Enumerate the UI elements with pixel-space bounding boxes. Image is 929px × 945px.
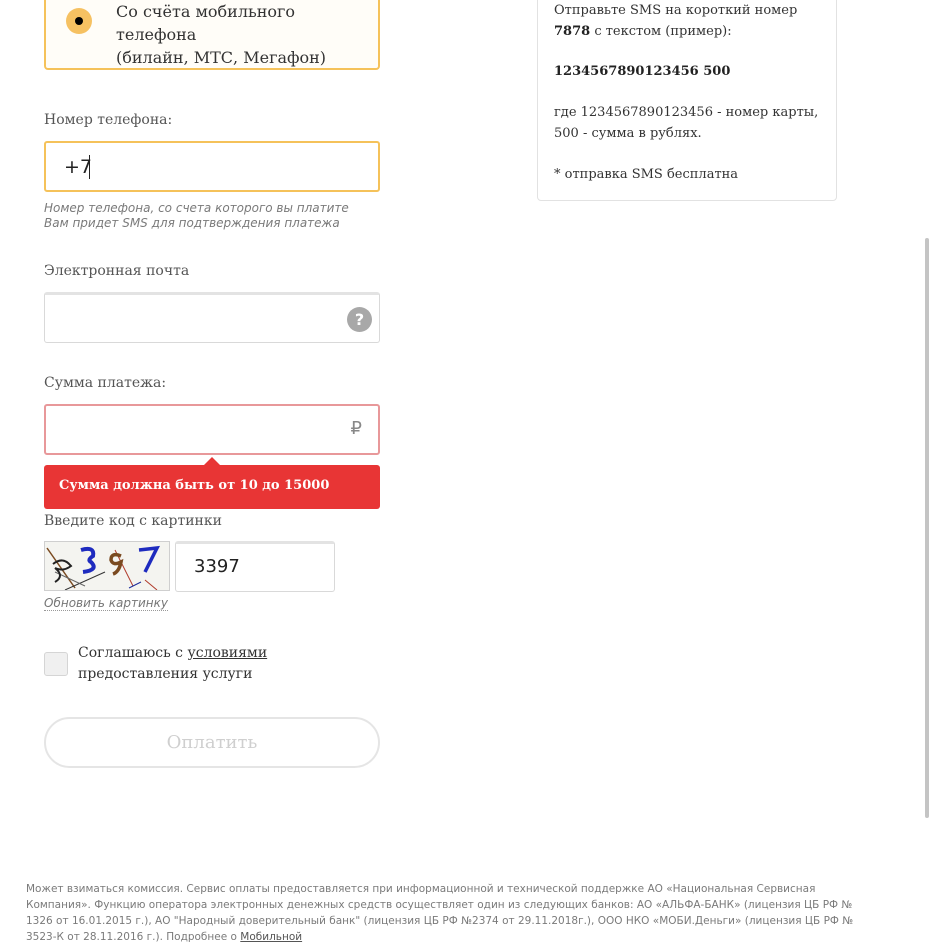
agreement-text-before: Соглашаюсь с — [78, 645, 188, 661]
pay-button[interactable]: Оплатить — [44, 717, 380, 768]
question-circle-icon[interactable]: ? — [347, 307, 372, 332]
footer-link[interactable]: Мобильной — [240, 931, 302, 943]
sms-instructions: Отправьте SMS на короткий номер 7878 с т… — [554, 0, 829, 185]
phone-input[interactable]: +7 — [44, 141, 380, 192]
sms-example: 1234567890123456 500 — [554, 61, 829, 82]
amount-error-message: Сумма должна быть от 10 до 15000 — [59, 478, 330, 493]
phone-hint-line-1: Номер телефона, со счета которого вы пла… — [44, 201, 349, 215]
sms-explanation: где 1234567890123456 - номер карты, 500 … — [554, 105, 819, 141]
sms-note: * отправка SMS бесплатна — [554, 167, 739, 182]
footer-text: Может взиматься комиссия. Сервис оплаты … — [26, 883, 854, 943]
agreement-text: Соглашаюсь с условиями предоставления ус… — [78, 643, 368, 685]
sms-short-number: 7878 — [554, 24, 591, 39]
agreement-checkbox[interactable] — [44, 652, 68, 676]
ruble-icon: ₽ — [350, 418, 362, 439]
captcha-input[interactable]: 3397 — [175, 541, 335, 592]
amount-input[interactable]: ₽ — [44, 404, 380, 455]
footer-disclaimer: Может взиматься комиссия. Сервис оплаты … — [26, 881, 876, 945]
email-label: Электронная почта — [44, 263, 190, 279]
sms-intro-prefix: Отправьте SMS на короткий номер — [554, 3, 798, 18]
amount-error-tooltip: Сумма должна быть от 10 до 15000 — [44, 457, 380, 509]
agreement-text-after: предоставления услуги — [78, 666, 253, 682]
captcha-image — [44, 541, 170, 591]
email-input[interactable]: ? — [44, 292, 380, 343]
payment-option-title: Со счёта мобильного телефона — [116, 2, 296, 44]
captcha-value: 3397 — [194, 556, 240, 577]
terms-link[interactable]: условиями — [187, 645, 267, 661]
radio-dot — [75, 17, 83, 25]
payment-option-operators: (билайн, МТС, Мегафон) — [116, 48, 327, 67]
sms-intro: Отправьте SMS на короткий номер 7878 с т… — [554, 0, 829, 42]
phone-hint: Номер телефона, со счета которого вы пла… — [44, 201, 349, 231]
sms-intro-suffix: с текстом (пример): — [590, 24, 732, 39]
refresh-captcha-link[interactable]: Обновить картинку — [44, 596, 168, 611]
page-scrollbar[interactable] — [925, 238, 929, 818]
payment-option-label: Со счёта мобильного телефона (билайн, МТ… — [116, 0, 366, 69]
phone-label: Номер телефона: — [44, 112, 173, 128]
captcha-picture — [46, 545, 161, 590]
phone-hint-line-2: Вам придет SMS для подтверждения платежа — [44, 216, 340, 230]
amount-label: Сумма платежа: — [44, 375, 167, 391]
text-cursor — [89, 155, 90, 179]
tooltip-arrow — [204, 457, 220, 465]
radio-selected-icon[interactable] — [66, 8, 92, 34]
captcha-label: Введите код с картинки — [44, 513, 222, 529]
phone-value: +7 — [64, 156, 93, 178]
sms-example-text: 1234567890123456 500 — [554, 64, 731, 79]
